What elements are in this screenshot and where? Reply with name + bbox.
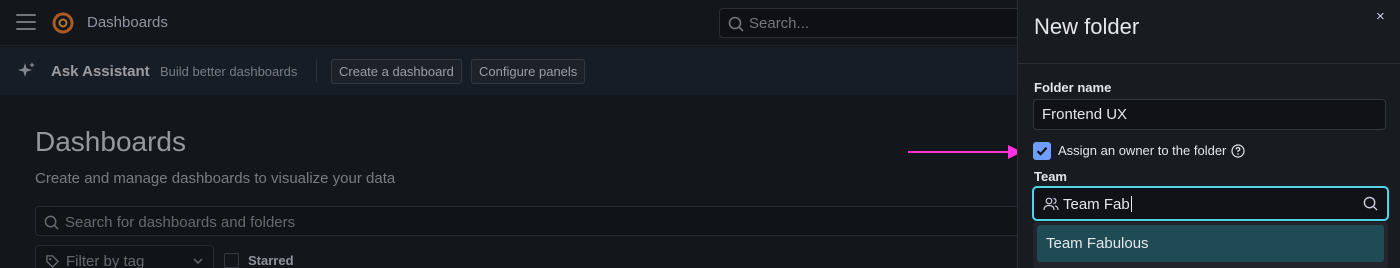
breadcrumb-title[interactable]: Dashboards bbox=[87, 14, 168, 31]
divider bbox=[316, 60, 317, 82]
chevron-down-icon bbox=[193, 258, 203, 265]
drawer-divider bbox=[1018, 63, 1400, 64]
users-icon bbox=[1043, 197, 1059, 211]
assistant-subtitle: Build better dashboards bbox=[160, 64, 298, 79]
sparkle-icon bbox=[18, 62, 35, 77]
configure-panels-chip[interactable]: Configure panels bbox=[471, 59, 586, 84]
ask-assistant-button[interactable]: Ask Assistant bbox=[51, 63, 150, 80]
page-title: Dashboards bbox=[35, 126, 186, 157]
text-caret bbox=[1130, 196, 1132, 212]
tag-icon bbox=[46, 255, 60, 268]
drawer-title: New folder bbox=[1034, 14, 1140, 39]
folder-name-label: Folder name bbox=[1034, 80, 1112, 95]
checkmark-icon bbox=[1036, 147, 1048, 156]
dropdown-option[interactable]: Team Fabulous bbox=[1037, 225, 1384, 262]
page-subtitle: Create and manage dashboards to visualiz… bbox=[35, 170, 396, 187]
grafana-logo-icon[interactable] bbox=[50, 10, 76, 36]
folder-name-input[interactable] bbox=[1033, 99, 1386, 130]
hamburger-menu-icon[interactable] bbox=[16, 14, 36, 32]
search-icon bbox=[1363, 196, 1378, 211]
create-dashboard-chip[interactable]: Create a dashboard bbox=[331, 59, 462, 84]
tag-filter-placeholder: Filter by tag bbox=[66, 253, 145, 268]
team-dropdown: Team Fabulous bbox=[1033, 222, 1388, 268]
tag-filter-select[interactable]: Filter by tag bbox=[35, 245, 214, 268]
team-label: Team bbox=[1034, 169, 1067, 184]
dropdown-option-label: Team Fabulous bbox=[1046, 235, 1149, 252]
team-search-input[interactable]: Team Fab bbox=[1032, 186, 1389, 221]
help-icon[interactable] bbox=[1231, 144, 1245, 158]
search-icon bbox=[728, 16, 744, 32]
search-icon bbox=[44, 215, 59, 230]
assign-owner-checkbox[interactable] bbox=[1033, 142, 1051, 160]
annotation-arrow-icon bbox=[908, 145, 1022, 159]
assign-owner-label[interactable]: Assign an owner to the folder bbox=[1058, 143, 1226, 158]
close-icon[interactable]: × bbox=[1376, 8, 1385, 25]
global-search-placeholder: Search... bbox=[749, 15, 810, 32]
starred-checkbox[interactable] bbox=[224, 253, 239, 268]
dashboard-search-input[interactable]: Search for dashboards and folders bbox=[35, 206, 1035, 236]
app: Dashboards Search... Ask Assistant Build… bbox=[0, 0, 1400, 268]
global-search-input[interactable]: Search... bbox=[719, 8, 1049, 38]
dashboard-search-placeholder: Search for dashboards and folders bbox=[65, 214, 296, 231]
starred-label: Starred bbox=[248, 253, 294, 268]
team-input-value: Team Fab bbox=[1063, 196, 1130, 213]
new-folder-drawer: New folder × Folder name Assign an owner… bbox=[1017, 0, 1400, 268]
